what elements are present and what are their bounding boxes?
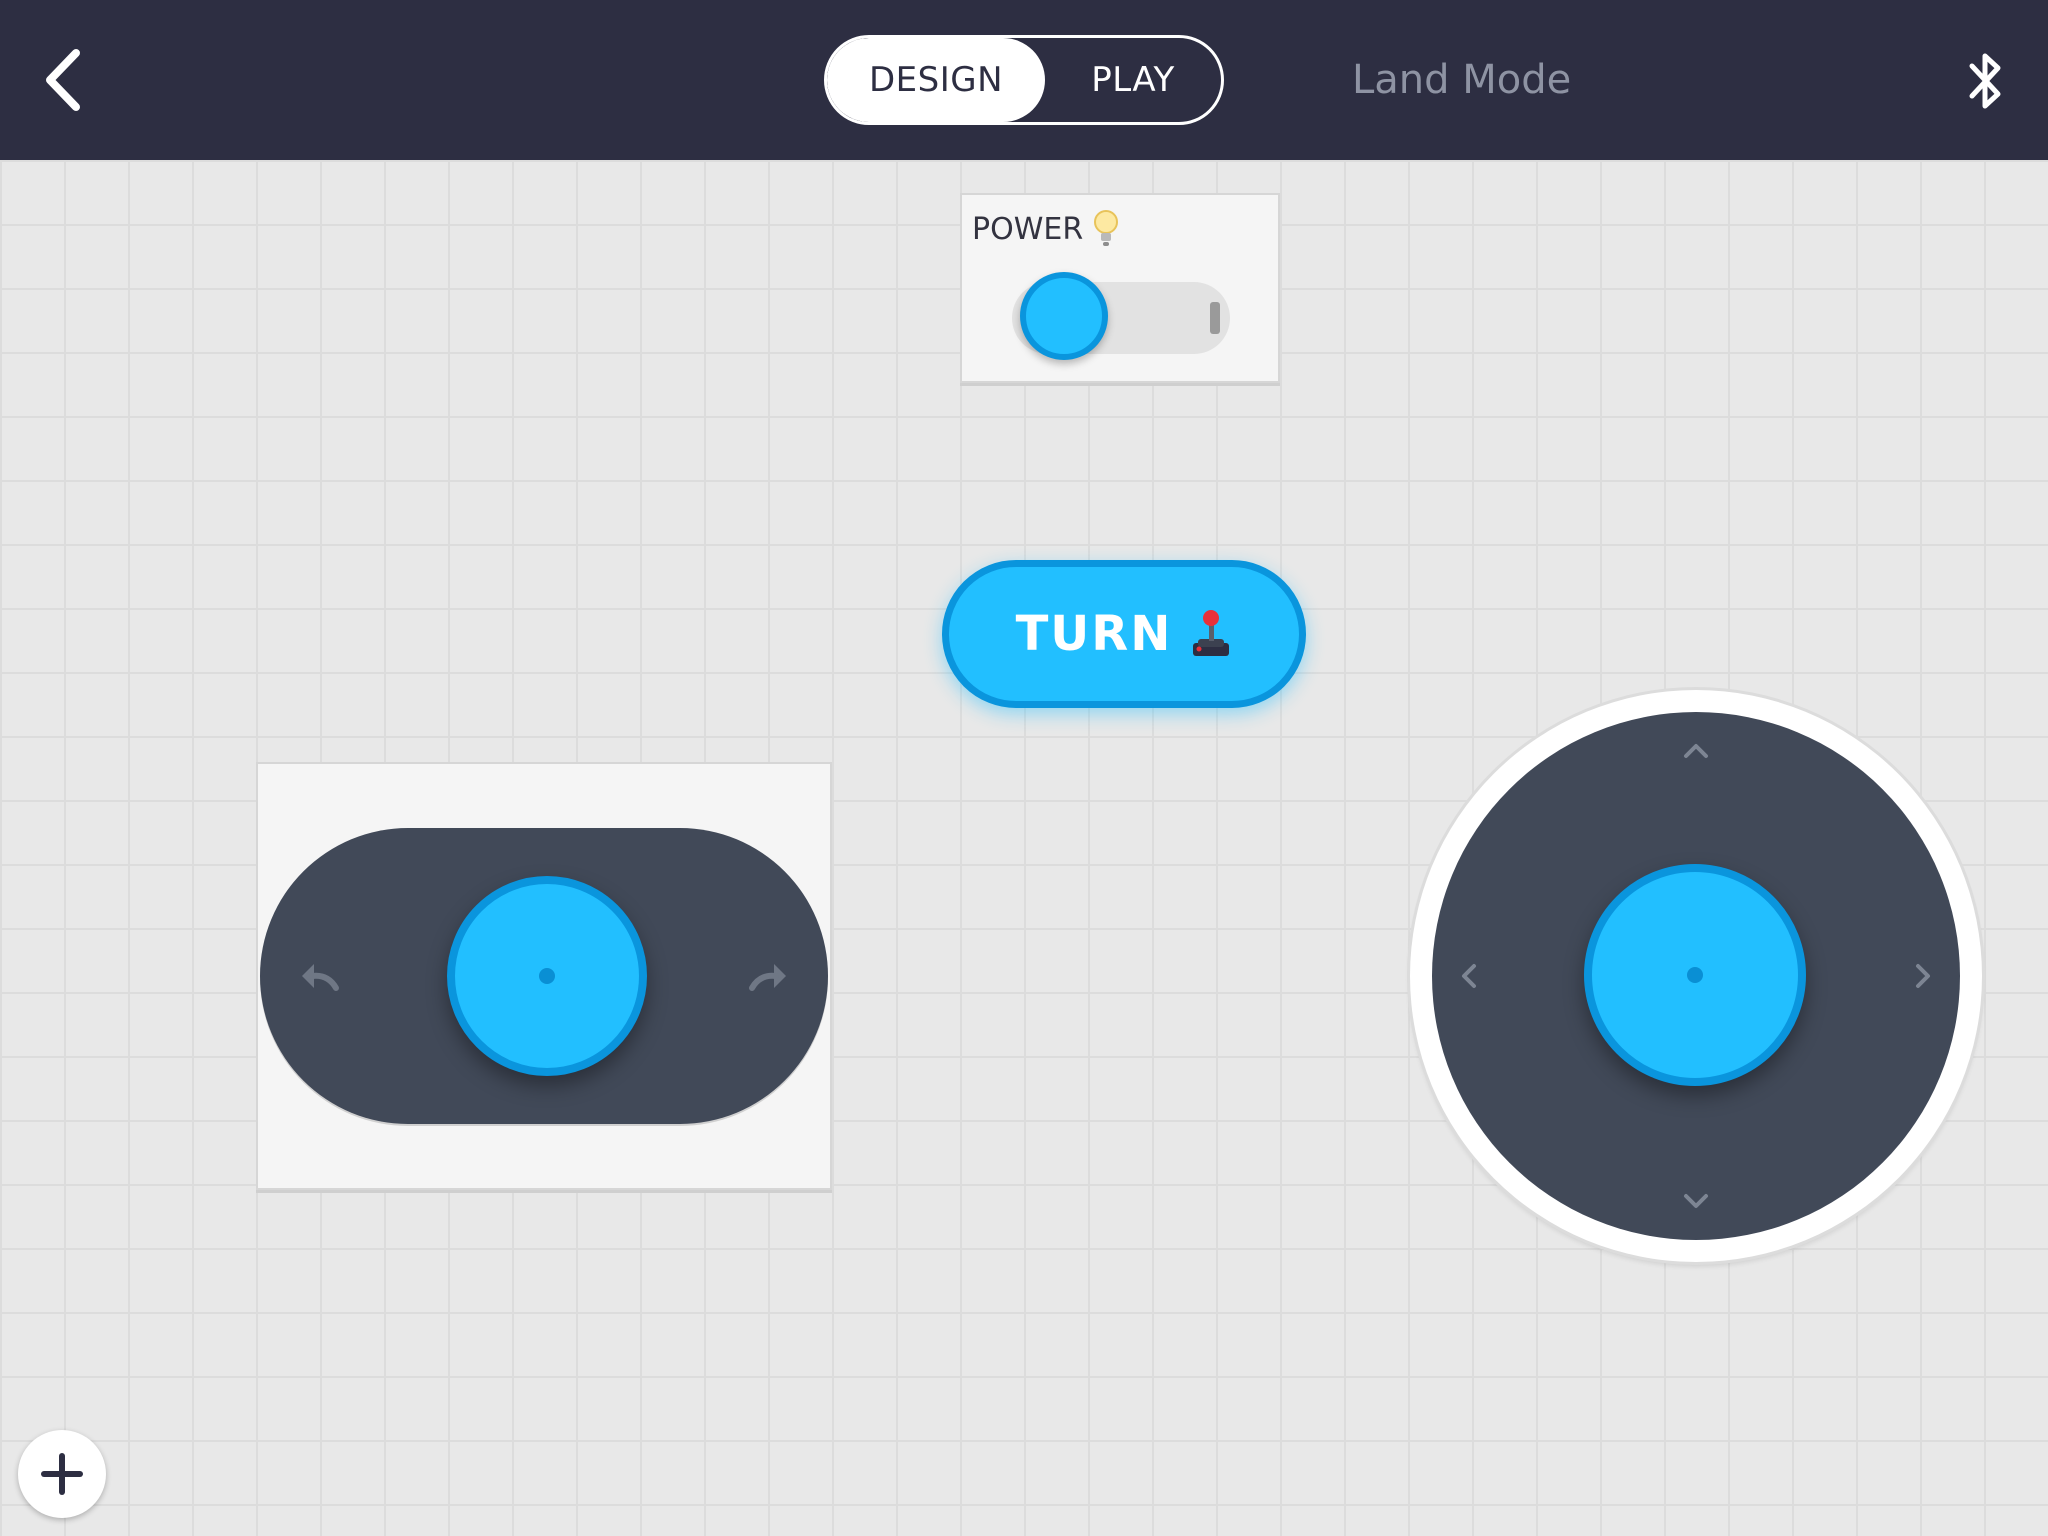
chevron-up-icon [1684,744,1708,758]
power-label: POWER [972,211,1084,247]
slider-track[interactable] [260,828,828,1124]
knob-center-dot [539,968,555,984]
chevron-left-icon [1462,964,1476,988]
back-button[interactable] [32,42,92,118]
turn-button-label: TURN [1015,606,1173,662]
knob-center-dot [1687,967,1703,983]
turn-button[interactable]: TURN [942,560,1306,708]
joystick-knob[interactable] [1584,864,1806,1086]
bluetooth-button[interactable] [1964,46,2008,116]
bluetooth-icon [1969,53,2001,109]
joystick-emoji-icon [1193,610,1230,656]
lightbulb-icon [1094,210,1119,246]
chevron-right-icon [1916,964,1930,988]
top-bar: DESIGN PLAY Land Mode [0,0,2048,160]
turn-left-arrow-icon [302,964,339,991]
joystick-widget[interactable] [1410,690,1982,1262]
mode-label: Land Mode [1352,57,1572,103]
turn-slider-widget[interactable] [256,762,832,1190]
plus-icon [41,1453,83,1495]
slider-knob[interactable] [447,876,647,1076]
toggle-on-mark [1210,302,1220,334]
toggle-knob[interactable] [1020,272,1108,360]
tab-design[interactable]: DESIGN [827,38,1045,122]
power-switch-widget[interactable]: POWER [960,193,1280,383]
joystick-pad[interactable] [1432,712,1960,1240]
mode-segmented-control: DESIGN PLAY [824,35,1224,125]
power-label-row: POWER [972,209,1119,249]
add-widget-button[interactable] [18,1430,106,1518]
tab-play[interactable]: PLAY [1045,38,1221,122]
chevron-left-icon [46,49,80,111]
turn-right-arrow-icon [749,964,786,991]
chevron-down-icon [1684,1194,1708,1208]
power-toggle[interactable] [1012,272,1230,360]
